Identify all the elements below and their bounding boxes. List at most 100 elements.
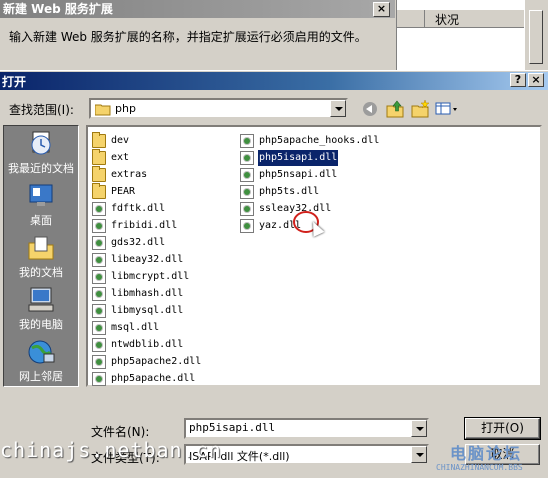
place-network[interactable]: 网上邻居 bbox=[4, 336, 78, 386]
file-item[interactable]: libmcrypt.dll bbox=[92, 269, 232, 285]
dll-file-icon bbox=[240, 219, 254, 233]
file-name: PEAR bbox=[111, 186, 136, 197]
close-button[interactable]: × bbox=[528, 73, 544, 87]
file-name: php5nsapi.dll bbox=[259, 169, 338, 180]
watermark-right: 电脑论坛 CHINAZHINANCOM.BBS bbox=[436, 440, 546, 476]
dll-file-icon bbox=[92, 372, 106, 386]
background-dialog-titlebar: 新建 Web 服务扩展 bbox=[0, 0, 395, 18]
background-dialog: 新建 Web 服务扩展 × 输入新建 Web 服务扩展的名称，并指定扩展运行必须… bbox=[0, 0, 548, 72]
file-name: ntwdblib.dll bbox=[111, 339, 184, 350]
filename-input[interactable]: php5isapi.dll bbox=[184, 418, 429, 439]
back-arrow-icon bbox=[363, 102, 377, 116]
file-item[interactable]: libeay32.dll bbox=[92, 252, 232, 268]
file-item[interactable]: ssleay32.dll bbox=[240, 201, 400, 217]
place-my-computer[interactable]: 我的电脑 bbox=[4, 284, 78, 334]
open-file-dialog: 打开 ? × 查找范围(I): php 我最近的文档 桌面 我的文档 我的电脑 … bbox=[0, 70, 548, 478]
file-item[interactable]: msql.dll bbox=[92, 320, 232, 336]
background-extension-list: 状况 bbox=[396, 0, 525, 72]
file-name: gds32.dll bbox=[111, 237, 166, 248]
background-dialog-title: 新建 Web 服务扩展 bbox=[3, 2, 113, 16]
places-bar: 我最近的文档 桌面 我的文档 我的电脑 网上邻居 bbox=[3, 125, 79, 387]
dll-file-icon bbox=[92, 338, 106, 352]
lookin-combobox[interactable]: php bbox=[89, 98, 348, 119]
dll-file-icon bbox=[92, 287, 106, 301]
file-name: libmysql.dll bbox=[111, 305, 184, 316]
up-folder-icon bbox=[386, 100, 404, 118]
lookin-label: 查找范围(I): bbox=[9, 103, 74, 117]
file-item[interactable]: gds32.dll bbox=[92, 235, 232, 251]
chevron-down-icon[interactable] bbox=[411, 420, 427, 437]
dll-file-icon bbox=[240, 168, 254, 182]
folder-item[interactable]: PEAR bbox=[92, 183, 232, 200]
folder-icon bbox=[92, 183, 106, 199]
lookin-value: php bbox=[115, 102, 136, 115]
dll-file-icon bbox=[92, 321, 106, 335]
file-item[interactable]: libmysql.dll bbox=[92, 303, 232, 319]
dll-file-icon bbox=[92, 202, 106, 216]
new-folder-button[interactable] bbox=[410, 99, 432, 119]
file-name: ext bbox=[111, 152, 130, 163]
watermark-logo-text: 电脑论坛 bbox=[450, 444, 523, 463]
folder-icon bbox=[95, 104, 111, 116]
file-item[interactable]: php5apache_hooks.dll bbox=[240, 133, 400, 149]
watermark-left: chinajs.netban.cn bbox=[0, 438, 222, 462]
file-name: fdftk.dll bbox=[111, 203, 166, 214]
file-item[interactable]: fdftk.dll bbox=[92, 201, 232, 217]
folder-item[interactable]: dev bbox=[92, 132, 232, 149]
help-button[interactable]: ? bbox=[510, 73, 526, 87]
dll-file-icon bbox=[92, 355, 106, 369]
views-icon bbox=[435, 102, 457, 115]
file-name: php5apache_hooks.dll bbox=[259, 135, 380, 146]
place-desktop[interactable]: 桌面 bbox=[4, 180, 78, 230]
up-one-level-button[interactable] bbox=[385, 99, 407, 119]
back-button[interactable] bbox=[360, 99, 382, 119]
my-computer-icon bbox=[28, 287, 54, 312]
file-item[interactable]: php5apache2.dll bbox=[92, 354, 232, 370]
file-item[interactable]: php5apache.dll bbox=[92, 371, 232, 387]
dll-file-icon bbox=[92, 253, 106, 267]
file-name: php5isapi.dll bbox=[258, 150, 339, 166]
list-column-status[interactable]: 状况 bbox=[435, 11, 459, 28]
dll-file-icon bbox=[240, 202, 254, 216]
background-list-header: 状况 bbox=[397, 10, 525, 28]
file-name: php5ts.dll bbox=[259, 186, 320, 197]
file-item[interactable]: ntwdblib.dll bbox=[92, 337, 232, 353]
place-label: 桌面 bbox=[30, 214, 52, 227]
file-item[interactable]: php5nsapi.dll bbox=[240, 167, 400, 183]
chevron-down-icon[interactable] bbox=[330, 100, 346, 117]
dll-file-icon bbox=[92, 219, 106, 233]
folder-item[interactable]: extras bbox=[92, 166, 232, 183]
file-item[interactable]: fribidi.dll bbox=[92, 218, 232, 234]
background-close-button[interactable]: × bbox=[373, 2, 390, 17]
file-item[interactable]: php5ts.dll bbox=[240, 184, 400, 200]
place-my-documents[interactable]: 我的文档 bbox=[4, 232, 78, 282]
my-documents-icon bbox=[28, 236, 54, 260]
open-button[interactable]: 打开(O) bbox=[464, 417, 541, 440]
dll-file-icon bbox=[92, 236, 106, 250]
desktop-icon bbox=[29, 184, 53, 206]
file-item[interactable]: php5isapi.dll bbox=[240, 150, 400, 166]
recent-documents-icon bbox=[31, 131, 51, 155]
list-column-blank[interactable] bbox=[397, 10, 425, 28]
watermark-logo-subtext: CHINAZHINANCOM.BBS bbox=[436, 463, 523, 472]
file-name: extras bbox=[111, 169, 148, 180]
file-name: fribidi.dll bbox=[111, 220, 178, 231]
dialog-titlebar[interactable]: 打开 bbox=[0, 72, 548, 90]
file-list[interactable]: dev ext extras PEAR fdftk.dll fribidi.dll gds3… bbox=[86, 125, 542, 387]
file-name: libeay32.dll bbox=[111, 254, 184, 265]
file-item[interactable]: libmhash.dll bbox=[92, 286, 232, 302]
folder-icon bbox=[92, 166, 106, 182]
dialog-title: 打开 bbox=[2, 75, 27, 89]
dll-file-icon bbox=[240, 151, 254, 165]
file-name: php5apache2.dll bbox=[111, 356, 202, 367]
chevron-down-icon[interactable] bbox=[411, 446, 427, 463]
views-menu-button[interactable] bbox=[434, 99, 460, 119]
place-recent-documents[interactable]: 我最近的文档 bbox=[4, 128, 78, 178]
folder-icon bbox=[92, 132, 106, 148]
dll-file-icon bbox=[240, 185, 254, 199]
place-label: 网上邻居 bbox=[19, 370, 63, 383]
background-scrollbar[interactable] bbox=[524, 0, 548, 72]
file-name: msql.dll bbox=[111, 322, 160, 333]
folder-item[interactable]: ext bbox=[92, 149, 232, 166]
scrollbar-thumb[interactable] bbox=[529, 10, 543, 64]
